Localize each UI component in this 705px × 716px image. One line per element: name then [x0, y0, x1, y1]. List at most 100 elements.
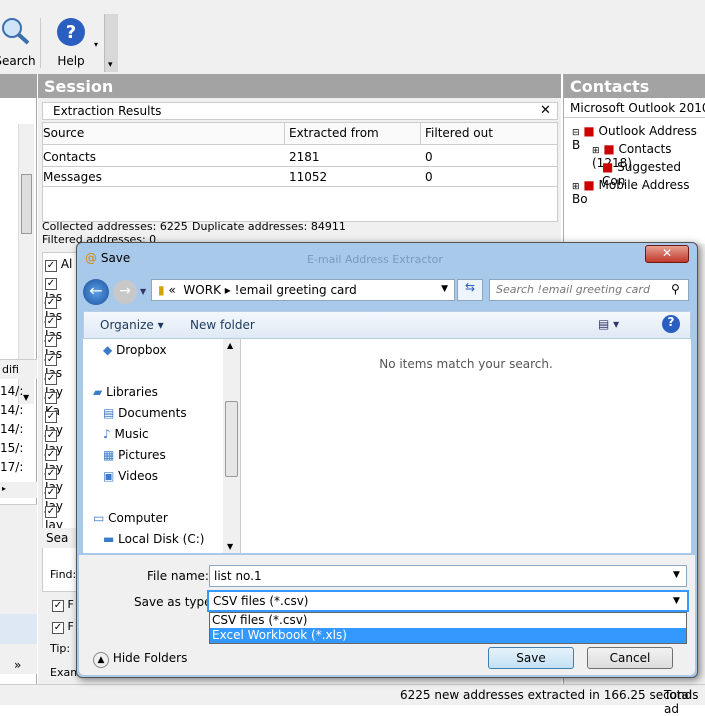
refresh-icon[interactable]: ⇆	[457, 279, 483, 301]
dialog-close-button[interactable]: ✕	[645, 245, 689, 263]
nav-item[interactable]: ▤ Documents	[103, 406, 187, 420]
item-checkbox[interactable]: ✓	[45, 373, 57, 385]
table-row[interactable]: Messages 11052 0	[43, 167, 557, 187]
left-lower-area	[0, 504, 37, 674]
nav-item-label: Libraries	[106, 385, 158, 399]
scroll-down-icon[interactable]: ▼	[23, 393, 29, 402]
breadcrumb-folder[interactable]: !email greeting card	[235, 283, 357, 297]
nav-item[interactable]: ▬ Local Disk (C:)	[103, 532, 204, 546]
organize-menu[interactable]: Organize ▾	[100, 318, 164, 332]
item-checkbox[interactable]: ✓	[45, 487, 57, 499]
pictures-icon: ▦	[103, 448, 115, 462]
row-filtered: 0	[425, 170, 433, 184]
music-icon: ♪	[103, 427, 111, 441]
hide-folders-button[interactable]: ▲ Hide Folders	[93, 651, 187, 668]
address-dropdown-icon[interactable]: ▼	[441, 284, 448, 294]
help-button[interactable]: ? Help	[50, 16, 92, 72]
svg-text:?: ?	[66, 22, 76, 43]
duplicate-count: Duplicate addresses: 84911	[192, 220, 346, 233]
address-book-icon: ■	[583, 178, 595, 192]
tree-node[interactable]: ⊞ ■ Contacts (1218)	[592, 142, 705, 170]
scroll-down-icon[interactable]: ▼	[227, 542, 233, 551]
savetype-select[interactable]: CSV files (*.csv)	[207, 590, 689, 612]
close-icon[interactable]: ✕	[540, 103, 551, 118]
option-csv[interactable]: CSV files (*.csv)	[210, 613, 686, 628]
nav-item-label: Local Disk (C:)	[118, 532, 205, 546]
item-checkbox[interactable]: ✓	[45, 392, 57, 404]
item-checkbox[interactable]: ✓	[45, 354, 57, 366]
view-icon[interactable]: ▤ ▾	[598, 317, 619, 331]
filename-label: File name:	[147, 569, 209, 583]
search-input[interactable]: Search !email greeting card	[489, 279, 689, 301]
new-folder-button[interactable]: New folder	[190, 318, 255, 332]
nav-scroll-thumb[interactable]	[225, 401, 238, 477]
save-button[interactable]: Save	[488, 647, 574, 669]
savetype-dropdown-icon[interactable]: ▼	[673, 596, 680, 606]
item-checkbox[interactable]: ✓	[45, 411, 57, 423]
toolbar-overflow[interactable]: ▾	[104, 14, 118, 72]
filename-dropdown-icon[interactable]: ▼	[673, 570, 680, 580]
history-dropdown-icon[interactable]: ▼	[140, 287, 146, 296]
back-button[interactable]: ←	[83, 279, 109, 305]
nav-scrollbar[interactable]: ▲ ▼	[223, 339, 240, 553]
command-bar: Organize ▾ New folder ▤ ▾ ?	[83, 311, 691, 339]
search-label: Search	[0, 54, 36, 68]
col-extracted[interactable]: Extracted from	[284, 123, 383, 145]
address-book-icon: ■	[583, 124, 595, 138]
videos-icon: ▣	[103, 469, 115, 483]
select-all-row[interactable]: ✓ Al	[45, 257, 72, 272]
toolbar-divider	[40, 18, 41, 68]
address-book-icon: ■	[602, 160, 614, 174]
forward-button[interactable]: →	[113, 280, 137, 304]
filename-field[interactable]: list no.1	[209, 565, 687, 587]
expand-chevron-icon[interactable]: »	[14, 658, 21, 672]
save-dialog: @ Save E-mail Address Extractor ✕ ← → ▼ …	[76, 242, 698, 678]
col-filtered[interactable]: Filtered out	[420, 123, 497, 145]
option-checkbox-2[interactable]: ✓ F	[52, 620, 74, 634]
item-checkbox[interactable]: ✓	[45, 430, 57, 442]
date-cell: 14/:	[0, 422, 24, 436]
left-hscroll[interactable]: ▸	[0, 482, 37, 498]
nav-item[interactable]: ▭ Computer	[93, 511, 168, 525]
item-checkbox[interactable]: ✓	[45, 506, 57, 518]
tree-node[interactable]: ■ Suggested Con	[602, 160, 705, 188]
select-all-label: Al	[60, 257, 73, 271]
address-bar[interactable]: ▮ « WORK ▸ !email greeting card ▼	[151, 279, 455, 301]
organize-label: Organize	[100, 318, 154, 332]
extraction-results-title: Extraction Results	[42, 102, 558, 120]
nav-item[interactable]: ▣ Videos	[103, 469, 158, 483]
table-row[interactable]: Contacts 2181 0	[43, 147, 557, 167]
nav-item-label: Pictures	[118, 448, 166, 462]
collapse-icon: ▲	[93, 652, 109, 668]
dialog-title: @ Save	[85, 251, 130, 265]
item-checkbox[interactable]: ✓	[45, 335, 57, 347]
app-icon: @	[85, 251, 97, 265]
status-bar: 6225 new addresses extracted in 166.25 s…	[0, 684, 705, 716]
item-checkbox[interactable]: ✓	[45, 297, 57, 309]
help-icon[interactable]: ?	[662, 315, 680, 333]
tree-node[interactable]: ⊞ ■ Mobile Address Bo	[572, 178, 705, 206]
item-checkbox[interactable]: ✓	[45, 468, 57, 480]
item-checkbox[interactable]: ✓	[45, 449, 57, 461]
scroll-up-icon[interactable]: ▲	[227, 341, 233, 350]
option-checkbox-1[interactable]: ✓ F	[52, 598, 74, 612]
breadcrumb-work[interactable]: WORK	[183, 283, 221, 297]
dialog-form: File name: list no.1 ▼ Save as type: CSV…	[79, 555, 695, 675]
find-label: Find:	[50, 568, 77, 581]
item-checkbox[interactable]: ✓	[45, 316, 57, 328]
nav-item[interactable]: ▦ Pictures	[103, 448, 166, 462]
results-table: Source Extracted from Filtered out Conta…	[42, 122, 558, 222]
search-button[interactable]: Search	[0, 16, 36, 72]
cancel-button[interactable]: Cancel	[587, 647, 673, 669]
tree-node[interactable]: ⊟ ■ Outlook Address B	[572, 124, 705, 152]
row-filtered: 0	[425, 150, 433, 164]
nav-item[interactable]: ♪ Music	[103, 427, 149, 441]
help-dropdown-arrow[interactable]: ▾	[94, 40, 98, 49]
select-all-checkbox[interactable]: ✓	[45, 260, 57, 272]
item-checkbox[interactable]: ✓	[45, 278, 57, 290]
nav-item[interactable]: ▰ Libraries	[93, 385, 158, 399]
col-source[interactable]: Source	[43, 126, 84, 140]
left-scroll-thumb[interactable]	[21, 174, 32, 234]
option-xls[interactable]: Excel Workbook (*.xls)	[210, 628, 686, 643]
nav-item[interactable]: ◆ Dropbox	[103, 343, 167, 357]
